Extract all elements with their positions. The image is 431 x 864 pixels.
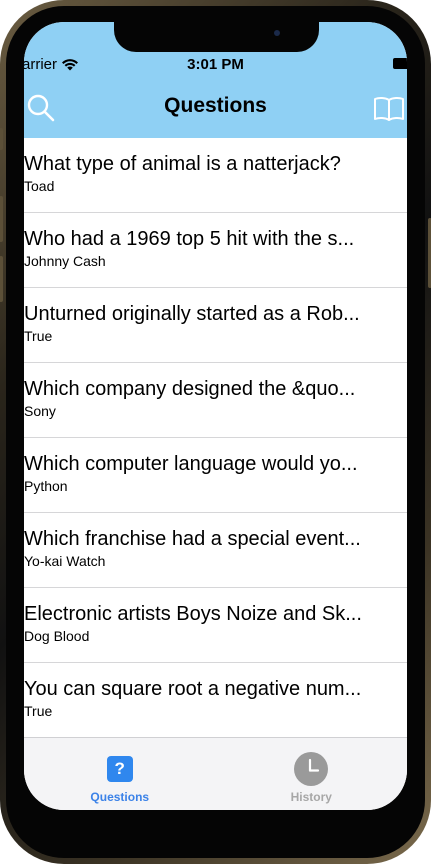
tab-bar: ? Questions History <box>24 737 407 810</box>
question-row[interactable]: What type of animal is a natterjack? Toa… <box>24 138 407 213</box>
question-text: Who had a 1969 top 5 hit with the s... <box>24 228 355 250</box>
question-row[interactable]: You can square root a negative num... Tr… <box>24 663 407 738</box>
answer-text: True <box>24 703 53 719</box>
question-text: Which company designed the &quo... <box>24 378 356 400</box>
question-text: Unturned originally started as a Rob... <box>24 303 360 325</box>
volume-down-button <box>0 256 3 302</box>
question-text: Which computer language would yo... <box>24 453 358 475</box>
question-row[interactable]: Which computer language would yo... Pyth… <box>24 438 407 513</box>
answer-text: Python <box>24 478 68 494</box>
clock-time: 3:01 PM <box>187 56 244 73</box>
question-row[interactable]: Electronic artists Boys Noize and Sk... … <box>24 588 407 663</box>
questions-list: What type of animal is a natterjack? Toa… <box>24 138 407 738</box>
tab-questions-label: Questions <box>90 790 150 804</box>
mute-switch <box>0 128 3 150</box>
answer-text: Johnny Cash <box>24 253 106 269</box>
question-row[interactable]: Who had a 1969 top 5 hit with the s... J… <box>24 213 407 288</box>
question-text: You can square root a negative num... <box>24 678 362 700</box>
battery-icon <box>393 58 407 69</box>
answer-text: Dog Blood <box>24 628 90 644</box>
clock-icon <box>294 752 329 786</box>
book-icon[interactable] <box>373 96 405 122</box>
navigation-bar: Questions <box>24 82 407 138</box>
answer-text: Toad <box>24 178 55 194</box>
question-row[interactable]: Unturned originally started as a Rob... … <box>24 288 407 363</box>
question-text: What type of animal is a natterjack? <box>24 153 341 175</box>
page-title: Questions <box>164 94 267 117</box>
question-row[interactable]: Which franchise had a special event... Y… <box>24 513 407 588</box>
tab-history[interactable]: History <box>216 738 408 810</box>
tab-questions[interactable]: ? Questions <box>24 738 216 810</box>
question-text: Which franchise had a special event... <box>24 528 361 550</box>
question-text: Electronic artists Boys Noize and Sk... <box>24 603 362 625</box>
camera-dot <box>274 30 280 36</box>
volume-up-button <box>0 196 3 242</box>
answer-text: Yo-kai Watch <box>24 553 106 569</box>
phone-frame: arrier 3:01 PM Questions What type of an… <box>0 0 431 864</box>
answer-text: True <box>24 328 53 344</box>
notch <box>114 22 319 52</box>
question-row[interactable]: Which company designed the &quo... Sony <box>24 363 407 438</box>
question-icon: ? <box>106 756 133 782</box>
screen: arrier 3:01 PM Questions What type of an… <box>24 22 407 810</box>
tab-history-label: History <box>290 790 332 804</box>
answer-text: Sony <box>24 403 56 419</box>
